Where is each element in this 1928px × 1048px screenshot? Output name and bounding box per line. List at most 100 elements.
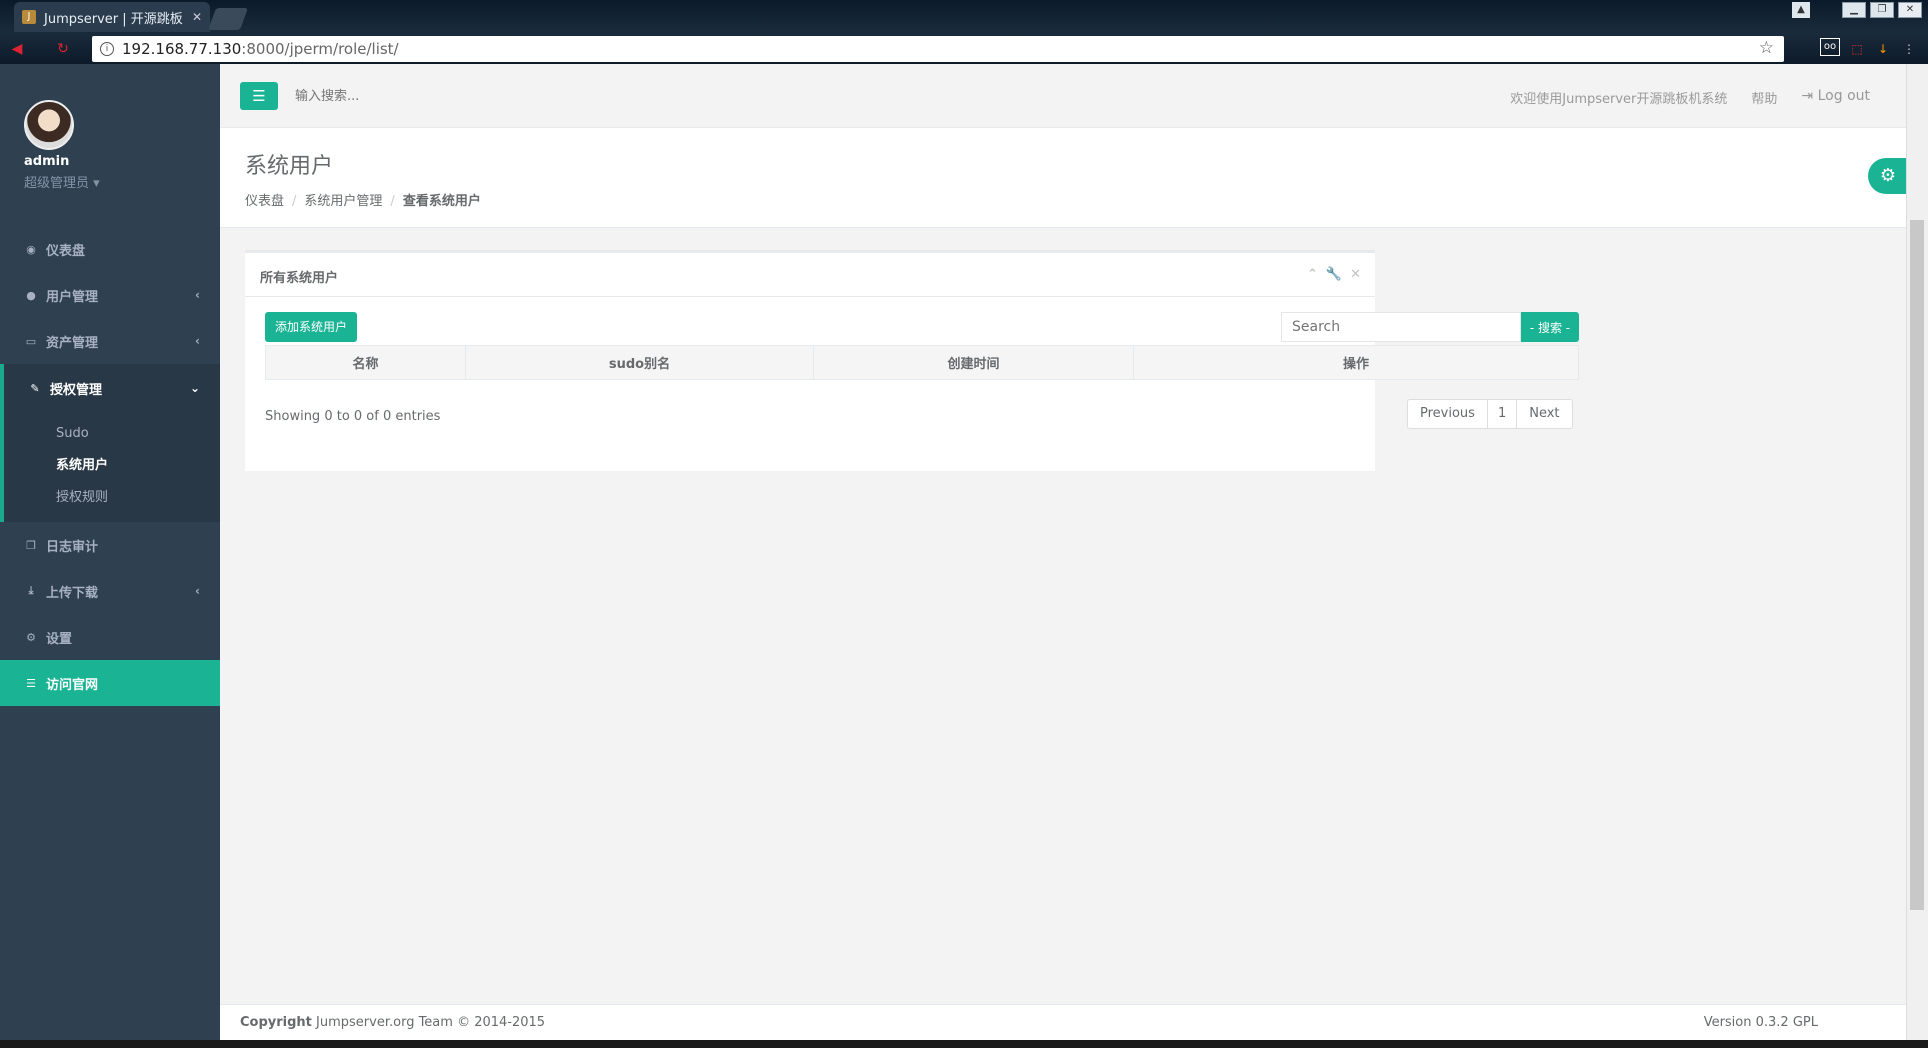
sidebar-item-dashboard[interactable]: ◉ 仪表盘 <box>0 226 220 272</box>
page-1-button[interactable]: 1 <box>1487 400 1518 428</box>
close-icon[interactable]: ✕ <box>1350 267 1361 282</box>
menu-icon[interactable]: ⋮ <box>1898 38 1920 60</box>
sidebar-menu: ◉ 仪表盘 ● 用户管理 ‹ ▭ 资产管理 ‹ ✎ 授权管理 ⌄ Sudo 系统用户 授权规则… <box>0 226 220 706</box>
panel-title: 所有系统用户 ⌃ 🔧 ✕ <box>245 253 1375 297</box>
sidebar-item-label: 访问官网 <box>46 677 99 693</box>
download-icon: ⤓ <box>28 584 34 597</box>
sidebar-item-label: 设置 <box>46 631 73 647</box>
avatar[interactable] <box>24 100 74 150</box>
column-header-actions[interactable]: 操作 <box>1133 345 1579 380</box>
database-icon: ☰ <box>26 676 36 690</box>
submenu-item-system-user[interactable]: 系统用户 <box>4 450 220 482</box>
maximize-button[interactable]: ❐ <box>1870 2 1894 18</box>
sidebar-item-transfer[interactable]: ⤓ 上传下载 ‹ <box>0 568 220 614</box>
wrench-icon[interactable]: 🔧 <box>1326 267 1342 282</box>
copyright-label: Copyright <box>240 1015 312 1030</box>
system-users-table: 名称 sudo别名 创建时间 操作 <box>265 345 1579 380</box>
prev-page-button[interactable]: Previous <box>1408 400 1488 428</box>
bookmark-star-icon[interactable]: ☆ <box>1759 38 1774 58</box>
help-link[interactable]: 帮助 <box>1751 88 1777 107</box>
info-icon[interactable]: i <box>100 42 114 56</box>
main-content: ☰ 欢迎使用Jumpserver开源跳板机系统 帮助 ⇥ Log out 系统用… <box>220 64 1908 1048</box>
sidebar-item-label: 上传下载 <box>46 585 99 601</box>
chevron-left-icon: ‹ <box>195 334 200 348</box>
username[interactable]: admin <box>24 154 69 169</box>
minimize-button[interactable]: ▁ <box>1842 2 1866 18</box>
collapse-icon[interactable]: ⌃ <box>1307 267 1318 282</box>
page-heading: 系统用户 仪表盘 / 系统用户管理 / 查看系统用户 ⚙ <box>220 128 1908 228</box>
new-tab-button[interactable] <box>207 8 249 30</box>
users-icon: ● <box>26 288 36 302</box>
submenu-item-rules[interactable]: 授权规则 <box>4 482 220 514</box>
sidebar-item-settings[interactable]: ⚙ 设置 <box>0 614 220 660</box>
sidebar-item-label: 资产管理 <box>46 335 99 351</box>
settings-gear-icon[interactable]: ⚙ <box>1868 158 1908 194</box>
back-icon[interactable]: ◀ <box>8 40 26 58</box>
scrollbar-thumb[interactable] <box>1910 220 1924 910</box>
address-bar[interactable]: i 192.168.77.130:8000/jperm/role/list/ ☆ <box>92 36 1784 62</box>
reload-icon[interactable]: ↻ <box>54 40 72 58</box>
favicon-icon: J <box>22 10 36 24</box>
sidebar-item-users[interactable]: ● 用户管理 ‹ <box>0 272 220 318</box>
system-users-panel: 所有系统用户 ⌃ 🔧 ✕ 添加系统用户 - 搜索 - 名称 sudo别名 <box>245 250 1579 471</box>
footer: Copyright Jumpserver.org Team © 2014-201… <box>220 1004 1906 1040</box>
url-path: :8000/jperm/role/list/ <box>241 40 399 58</box>
user-role-dropdown[interactable]: 超级管理员 ▾ <box>24 172 100 191</box>
submenu-item-sudo[interactable]: Sudo <box>4 418 220 450</box>
version-text: Version 0.3.2 GPL <box>1703 1015 1818 1030</box>
search-input[interactable] <box>1281 312 1521 342</box>
files-icon: ❐ <box>26 538 36 552</box>
close-window-button[interactable]: ✕ <box>1898 2 1922 18</box>
submenu-permissions: Sudo 系统用户 授权规则 <box>0 412 220 522</box>
search-button[interactable]: - 搜索 - <box>1521 312 1579 342</box>
tab-title: Jumpserver | 开源跳板 <box>44 11 183 27</box>
column-header-sudo[interactable]: sudo别名 <box>465 345 814 380</box>
next-page-button[interactable]: Next <box>1517 400 1572 428</box>
breadcrumb-system-user-mgmt[interactable]: 系统用户管理 <box>304 194 382 209</box>
sidebar-item-official-site[interactable]: ☰ 访问官网 <box>0 660 220 706</box>
menu-toggle-button[interactable]: ☰ <box>240 82 278 110</box>
logout-label: Log out <box>1817 88 1870 104</box>
column-header-created[interactable]: 创建时间 <box>813 345 1134 380</box>
sidebar-item-assets[interactable]: ▭ 资产管理 ‹ <box>0 318 220 364</box>
sidebar-item-label: 日志审计 <box>46 539 99 555</box>
browser-tab[interactable]: J Jumpserver | 开源跳板 ✕ <box>14 2 210 32</box>
sidebar: admin 超级管理员 ▾ ◉ 仪表盘 ● 用户管理 ‹ ▭ 资产管理 ‹ ✎ 授权管理 ⌄ … <box>0 64 220 1048</box>
table-info: Showing 0 to 0 of 0 entries <box>265 409 441 424</box>
page-title: 系统用户 <box>245 154 334 179</box>
add-system-user-button[interactable]: 添加系统用户 <box>265 312 358 342</box>
chevron-left-icon: ‹ <box>195 584 200 598</box>
inbox-icon: ▭ <box>25 334 37 348</box>
column-header-name[interactable]: 名称 <box>265 345 466 380</box>
pdf-extension-icon[interactable]: ⬚ <box>1846 38 1868 60</box>
logout-link[interactable]: ⇥ Log out <box>1801 88 1870 107</box>
sidebar-item-label: 授权管理 <box>50 382 103 398</box>
dashboard-icon: ◉ <box>26 242 36 256</box>
download-extension-icon[interactable]: ↓ <box>1872 38 1894 60</box>
close-tab-icon[interactable]: ✕ <box>192 10 202 24</box>
browser-chrome: J Jumpserver | 开源跳板 ✕ ▲ ▁ ❐ ✕ ◀ ↻ i 192.… <box>0 0 1928 64</box>
extension-icon[interactable]: oo <box>1820 38 1840 56</box>
page-scrollbar[interactable] <box>1906 64 1928 1048</box>
breadcrumb-dashboard[interactable]: 仪表盘 <box>245 194 284 209</box>
sidebar-item-label: 仪表盘 <box>46 243 86 259</box>
sidebar-item-audit[interactable]: ❐ 日志审计 <box>0 522 220 568</box>
top-navbar: ☰ 欢迎使用Jumpserver开源跳板机系统 帮助 ⇥ Log out <box>220 64 1906 128</box>
breadcrumb-current: 查看系统用户 <box>402 194 481 209</box>
profile-block: admin 超级管理员 ▾ <box>0 64 220 194</box>
chevron-down-icon: ⌄ <box>189 381 200 395</box>
gears-icon: ⚙ <box>26 630 36 644</box>
profile-icon[interactable]: ▲ <box>1792 2 1810 18</box>
top-search-input[interactable] <box>295 82 595 110</box>
sidebar-item-permissions[interactable]: ✎ 授权管理 ⌄ <box>0 364 220 412</box>
chevron-left-icon: ‹ <box>195 288 200 302</box>
panel-content: 添加系统用户 - 搜索 - 名称 sudo别名 创建时间 操作 Showing … <box>245 297 1579 471</box>
breadcrumb: 仪表盘 / 系统用户管理 / 查看系统用户 <box>245 194 481 209</box>
welcome-text: 欢迎使用Jumpserver开源跳板机系统 <box>1510 92 1728 107</box>
edit-icon: ✎ <box>30 381 40 395</box>
sign-out-icon: ⇥ <box>1801 88 1818 104</box>
sidebar-item-label: 用户管理 <box>46 289 99 305</box>
panel-title-text: 所有系统用户 <box>260 271 339 286</box>
taskbar-strip <box>0 1040 1928 1048</box>
url-host: 192.168.77.130 <box>122 40 242 58</box>
